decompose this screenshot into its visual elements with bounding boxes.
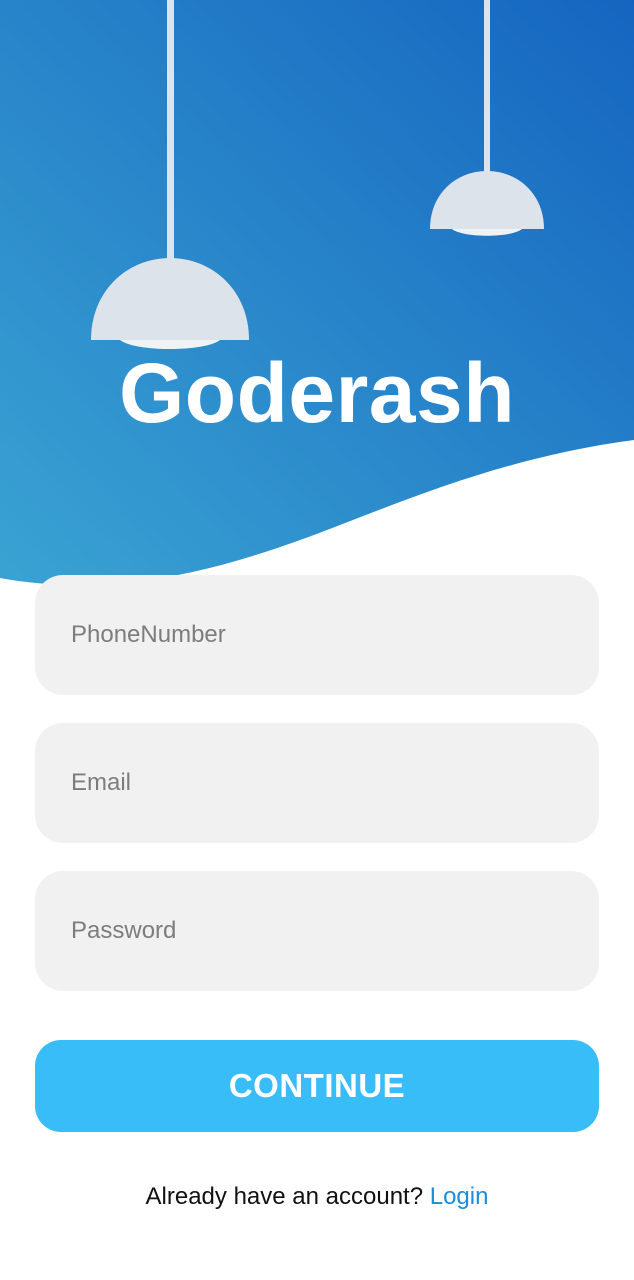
hanging-lamp-icon bbox=[91, 0, 249, 349]
signup-screen: Goderash CONTINUE Already have an accoun… bbox=[0, 0, 634, 1280]
login-prompt: Already have an account? Login bbox=[0, 1183, 634, 1211]
login-prompt-text: Already have an account? bbox=[145, 1183, 424, 1210]
password-field[interactable] bbox=[35, 871, 599, 991]
continue-button[interactable]: CONTINUE bbox=[35, 1040, 599, 1132]
login-link[interactable]: Login bbox=[430, 1183, 489, 1210]
phone-number-field[interactable] bbox=[35, 575, 599, 695]
app-title: Goderash bbox=[118, 346, 516, 440]
email-field[interactable] bbox=[35, 723, 599, 843]
hanging-lamp-icon bbox=[430, 0, 544, 236]
email-input[interactable] bbox=[35, 723, 599, 843]
phone-number-input[interactable] bbox=[35, 575, 599, 695]
password-input[interactable] bbox=[35, 871, 599, 991]
